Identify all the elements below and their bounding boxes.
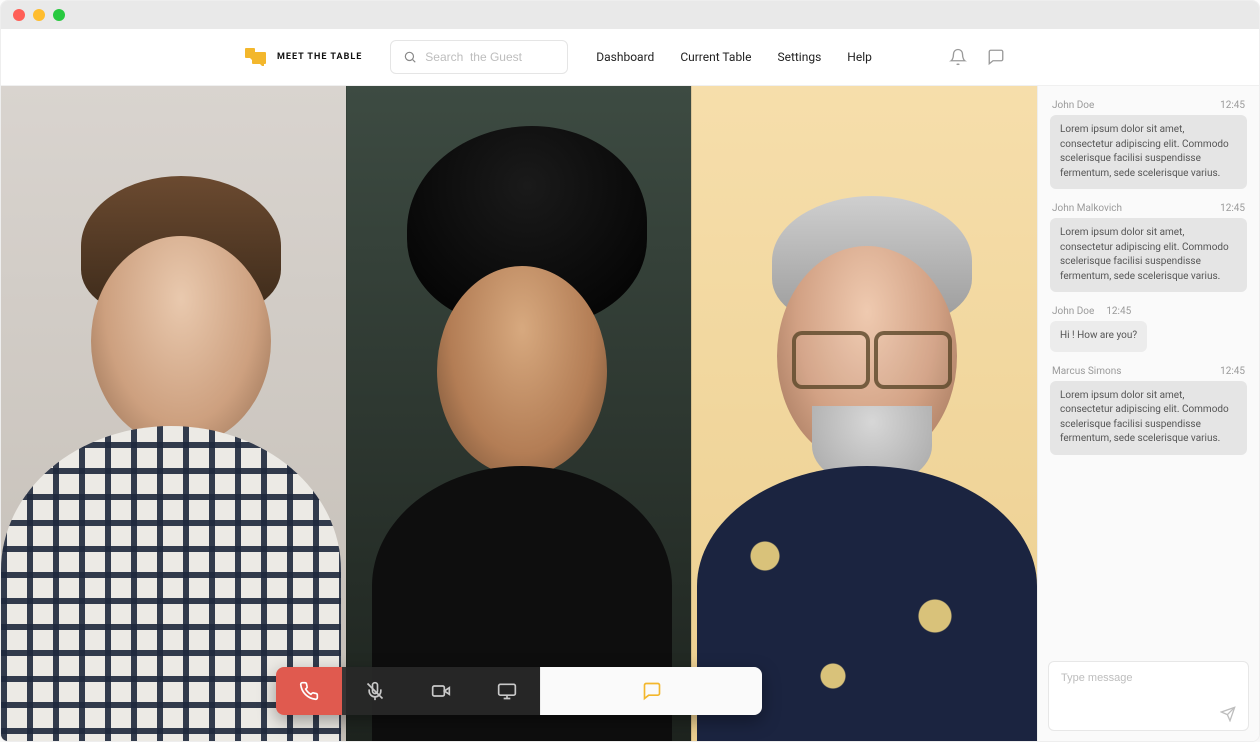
chat-panel: John Doe 12:45 Lorem ipsum dolor sit ame…	[1037, 86, 1259, 741]
brand-logo[interactable]: MEET THE TABLE	[245, 48, 362, 66]
bell-icon[interactable]	[949, 48, 967, 66]
nav-dashboard[interactable]: Dashboard	[596, 50, 654, 64]
chat-compose[interactable]	[1048, 661, 1249, 731]
main-content: John Doe 12:45 Lorem ipsum dolor sit ame…	[1, 86, 1259, 741]
camera-button[interactable]	[408, 667, 474, 715]
chat-time: 12:45	[1106, 306, 1131, 317]
send-icon[interactable]	[1220, 706, 1236, 722]
share-screen-button[interactable]	[474, 667, 540, 715]
window-zoom-button[interactable]	[53, 9, 65, 21]
participant-avatar	[347, 86, 692, 741]
nav-right	[949, 48, 1005, 66]
chat-author: John Doe	[1052, 100, 1094, 111]
search-box[interactable]	[390, 40, 568, 74]
nav-current-table[interactable]: Current Table	[680, 50, 751, 64]
chat-author: John Doe	[1052, 306, 1094, 317]
search-input[interactable]	[425, 50, 555, 64]
chat-time: 12:45	[1220, 203, 1245, 214]
mute-button[interactable]	[342, 667, 408, 715]
call-controls	[276, 667, 762, 715]
top-nav: MEET THE TABLE Dashboard Current Table S…	[1, 29, 1259, 86]
video-pane-1[interactable]	[1, 86, 346, 741]
toggle-chat-button[interactable]	[540, 667, 762, 715]
hangup-button[interactable]	[276, 667, 342, 715]
chat-messages[interactable]: John Doe 12:45 Lorem ipsum dolor sit ame…	[1038, 86, 1259, 651]
chat-message: John Doe 12:45 Lorem ipsum dolor sit ame…	[1050, 100, 1247, 189]
participant-avatar	[1, 86, 346, 741]
chat-input[interactable]	[1061, 672, 1236, 684]
video-pane-2[interactable]	[346, 86, 692, 741]
chat-message: John Doe 12:45 Hi ! How are you?	[1050, 306, 1247, 352]
window-minimize-button[interactable]	[33, 9, 45, 21]
participant-avatar	[692, 86, 1037, 741]
chat-message: Marcus Simons 12:45 Lorem ipsum dolor si…	[1050, 366, 1247, 455]
chat-author: Marcus Simons	[1052, 366, 1121, 377]
window-titlebar	[1, 1, 1259, 29]
nav-links: Dashboard Current Table Settings Help	[596, 50, 872, 64]
brand-name: MEET THE TABLE	[277, 52, 362, 62]
chat-time: 12:45	[1220, 366, 1245, 377]
nav-help[interactable]: Help	[847, 50, 872, 64]
chat-author: John Malkovich	[1052, 203, 1122, 214]
search-icon	[403, 50, 417, 64]
chat-icon[interactable]	[987, 48, 1005, 66]
chat-text: Lorem ipsum dolor sit amet, consectetur …	[1050, 381, 1247, 455]
logo-icon	[245, 48, 269, 66]
app-window: MEET THE TABLE Dashboard Current Table S…	[0, 0, 1260, 742]
chat-text: Hi ! How are you?	[1050, 321, 1147, 352]
video-grid	[1, 86, 1037, 741]
chat-time: 12:45	[1220, 100, 1245, 111]
chat-text: Lorem ipsum dolor sit amet, consectetur …	[1050, 115, 1247, 189]
window-close-button[interactable]	[13, 9, 25, 21]
video-pane-3[interactable]	[691, 86, 1037, 741]
nav-settings[interactable]: Settings	[777, 50, 821, 64]
chat-text: Lorem ipsum dolor sit amet, consectetur …	[1050, 218, 1247, 292]
chat-message: John Malkovich 12:45 Lorem ipsum dolor s…	[1050, 203, 1247, 292]
